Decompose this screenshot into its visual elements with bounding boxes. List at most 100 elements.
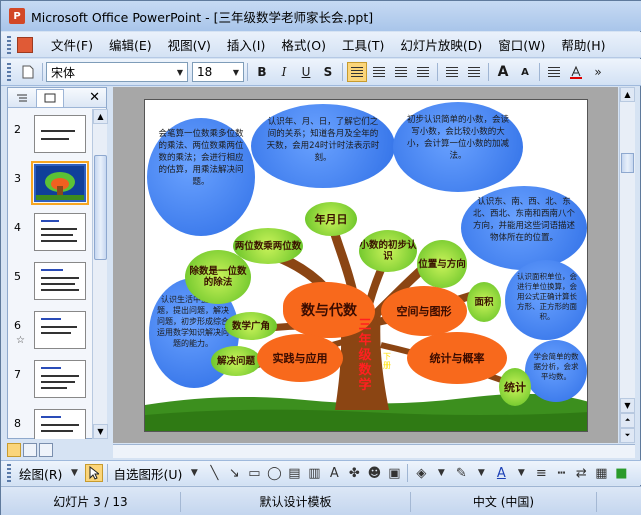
slide-canvas[interactable]: 会笔算一位数乘多位数的乘法、两位数乘两位数的乘法；会进行相应的估算，用乘法解决问… bbox=[144, 99, 588, 432]
chevron-down-icon[interactable]: ▼ bbox=[65, 464, 83, 482]
dash-style-icon[interactable]: ┅ bbox=[552, 464, 570, 482]
font-color-icon[interactable]: A bbox=[492, 464, 510, 482]
title-bar[interactable]: P Microsoft Office PowerPoint - [三年级数学老师… bbox=[1, 1, 641, 31]
slide-thumbnail[interactable] bbox=[34, 262, 86, 300]
line-icon[interactable]: ╲ bbox=[205, 464, 223, 482]
grow-font-button[interactable]: A bbox=[493, 62, 513, 82]
toolbar-grip[interactable] bbox=[7, 35, 11, 54]
leaf-label[interactable]: 面积 bbox=[467, 282, 501, 322]
align-right-button[interactable] bbox=[391, 62, 411, 82]
document-icon[interactable] bbox=[17, 36, 33, 53]
textbox-icon[interactable]: ▤ bbox=[285, 464, 303, 482]
font-color-button[interactable] bbox=[566, 62, 586, 82]
slide-thumbnail[interactable] bbox=[34, 360, 86, 398]
menu-file[interactable]: 文件(F) bbox=[43, 33, 101, 56]
diagram-icon[interactable]: ✤ bbox=[345, 464, 363, 482]
draw-menu[interactable]: 绘图(R) bbox=[19, 464, 62, 483]
toolbar-grip[interactable] bbox=[7, 464, 11, 482]
close-icon[interactable]: ✕ bbox=[89, 90, 100, 105]
leaf-label[interactable]: 统计 bbox=[499, 368, 531, 406]
toolbar-options-icon[interactable]: » bbox=[588, 62, 608, 82]
arrow-style-icon[interactable]: ⇄ bbox=[572, 464, 590, 482]
autoshapes-menu[interactable]: 自选图形(U) bbox=[113, 464, 182, 483]
shrink-font-button[interactable]: A bbox=[515, 62, 535, 82]
decrease-indent-button[interactable] bbox=[544, 62, 564, 82]
leaf-label[interactable]: 解决问题 bbox=[211, 346, 261, 376]
leaf-label[interactable]: 两位数乘两位数 bbox=[233, 228, 303, 264]
wordart-icon[interactable]: A bbox=[325, 464, 343, 482]
font-size-select[interactable]: 18 ▼ bbox=[192, 62, 244, 82]
3d-style-icon[interactable]: ■ bbox=[612, 464, 630, 482]
numbering-button[interactable] bbox=[442, 62, 462, 82]
slide-thumbnail[interactable] bbox=[34, 115, 86, 153]
line-style-icon[interactable]: ≡ bbox=[532, 464, 550, 482]
line-color-icon[interactable]: ✎ bbox=[452, 464, 470, 482]
fill-color-icon[interactable]: ◈ bbox=[412, 464, 430, 482]
distribute-button[interactable] bbox=[413, 62, 433, 82]
vertical-textbox-icon[interactable]: ▥ bbox=[305, 464, 323, 482]
underline-button[interactable]: U bbox=[296, 62, 316, 82]
slides-scrollbar[interactable]: ▲ ▼ bbox=[92, 109, 108, 439]
chevron-down-icon[interactable]: ▼ bbox=[173, 63, 187, 81]
menu-view[interactable]: 视图(V) bbox=[160, 33, 219, 56]
italic-button[interactable]: I bbox=[274, 62, 294, 82]
leaf-label[interactable]: 位置与方向 bbox=[417, 240, 467, 288]
menu-window[interactable]: 窗口(W) bbox=[490, 33, 553, 56]
scroll-thumb[interactable] bbox=[621, 153, 634, 173]
bold-button[interactable]: B bbox=[252, 62, 272, 82]
slide-thumbnail-selected[interactable] bbox=[31, 161, 89, 205]
slide-thumb-row[interactable]: 7 bbox=[8, 360, 92, 400]
clipart-icon[interactable]: ☻ bbox=[365, 464, 383, 482]
chevron-down-icon[interactable]: ▼ bbox=[432, 464, 450, 482]
slide-sorter-view-button[interactable] bbox=[23, 443, 37, 457]
menu-help[interactable]: 帮助(H) bbox=[553, 33, 613, 56]
shadow-button[interactable]: S bbox=[318, 62, 338, 82]
tab-slides[interactable] bbox=[36, 88, 64, 107]
toolbar-grip[interactable] bbox=[7, 63, 11, 81]
chevron-down-icon[interactable]: ▼ bbox=[512, 464, 530, 482]
bullets-button[interactable] bbox=[464, 62, 484, 82]
scroll-up-icon[interactable]: ▲ bbox=[93, 109, 108, 124]
slide-thumb-row[interactable]: 4 bbox=[8, 213, 92, 253]
slide-thumb-row[interactable]: 5 bbox=[8, 262, 92, 302]
slide-thumb-row[interactable]: 6 ☆ bbox=[8, 311, 92, 351]
previous-slide-icon[interactable]: ⏶ bbox=[620, 413, 635, 428]
slide-thumb-row[interactable]: 3 bbox=[8, 161, 92, 205]
menu-insert[interactable]: 插入(I) bbox=[219, 33, 273, 56]
powerpoint-app-icon[interactable]: P bbox=[9, 8, 25, 24]
oval-icon[interactable]: ◯ bbox=[265, 464, 283, 482]
scroll-up-icon[interactable]: ▲ bbox=[620, 87, 635, 102]
chevron-down-icon[interactable]: ▼ bbox=[472, 464, 490, 482]
scroll-thumb[interactable] bbox=[94, 155, 107, 260]
leaf-label[interactable]: 小数的初步认识 bbox=[359, 230, 417, 272]
rectangle-icon[interactable]: ▭ bbox=[245, 464, 263, 482]
align-left-button[interactable] bbox=[347, 62, 367, 82]
chevron-down-icon[interactable]: ▼ bbox=[185, 464, 203, 482]
chevron-down-icon[interactable]: ▼ bbox=[229, 63, 243, 81]
scroll-down-icon[interactable]: ▼ bbox=[620, 398, 635, 413]
font-name-select[interactable]: 宋体 ▼ bbox=[46, 62, 188, 82]
normal-view-button[interactable] bbox=[7, 443, 21, 457]
menu-tools[interactable]: 工具(T) bbox=[334, 33, 392, 56]
leaf-label[interactable]: 数学广角 bbox=[225, 312, 277, 340]
menu-slideshow[interactable]: 幻灯片放映(D) bbox=[392, 33, 490, 56]
select-pointer-icon[interactable] bbox=[85, 464, 104, 482]
slide-thumb-row[interactable]: 2 bbox=[8, 115, 92, 155]
branch-label[interactable]: 实践与应用 bbox=[257, 334, 343, 382]
slideshow-view-button[interactable] bbox=[39, 443, 53, 457]
slide-thumbnail[interactable] bbox=[34, 213, 86, 251]
picture-icon[interactable]: ▣ bbox=[385, 464, 403, 482]
slide-scrollbar[interactable]: ▲ ▼ ⏶ ⏷ bbox=[619, 87, 635, 443]
arrow-icon[interactable]: ↘ bbox=[225, 464, 243, 482]
menu-edit[interactable]: 编辑(E) bbox=[101, 33, 160, 56]
leaf-label[interactable]: 年月日 bbox=[305, 202, 357, 236]
branch-label[interactable]: 空间与图形 bbox=[381, 286, 467, 336]
design-template[interactable]: 默认设计模板 bbox=[181, 491, 411, 512]
align-center-button[interactable] bbox=[369, 62, 389, 82]
leaf-label[interactable]: 除数是一位数的除法 bbox=[185, 250, 251, 304]
branch-label[interactable]: 统计与概率 bbox=[407, 332, 507, 384]
new-document-icon[interactable] bbox=[18, 62, 38, 82]
notes-pane[interactable] bbox=[113, 444, 635, 458]
scroll-down-icon[interactable]: ▼ bbox=[93, 424, 108, 439]
slide-thumb-row[interactable]: 8 bbox=[8, 409, 92, 439]
